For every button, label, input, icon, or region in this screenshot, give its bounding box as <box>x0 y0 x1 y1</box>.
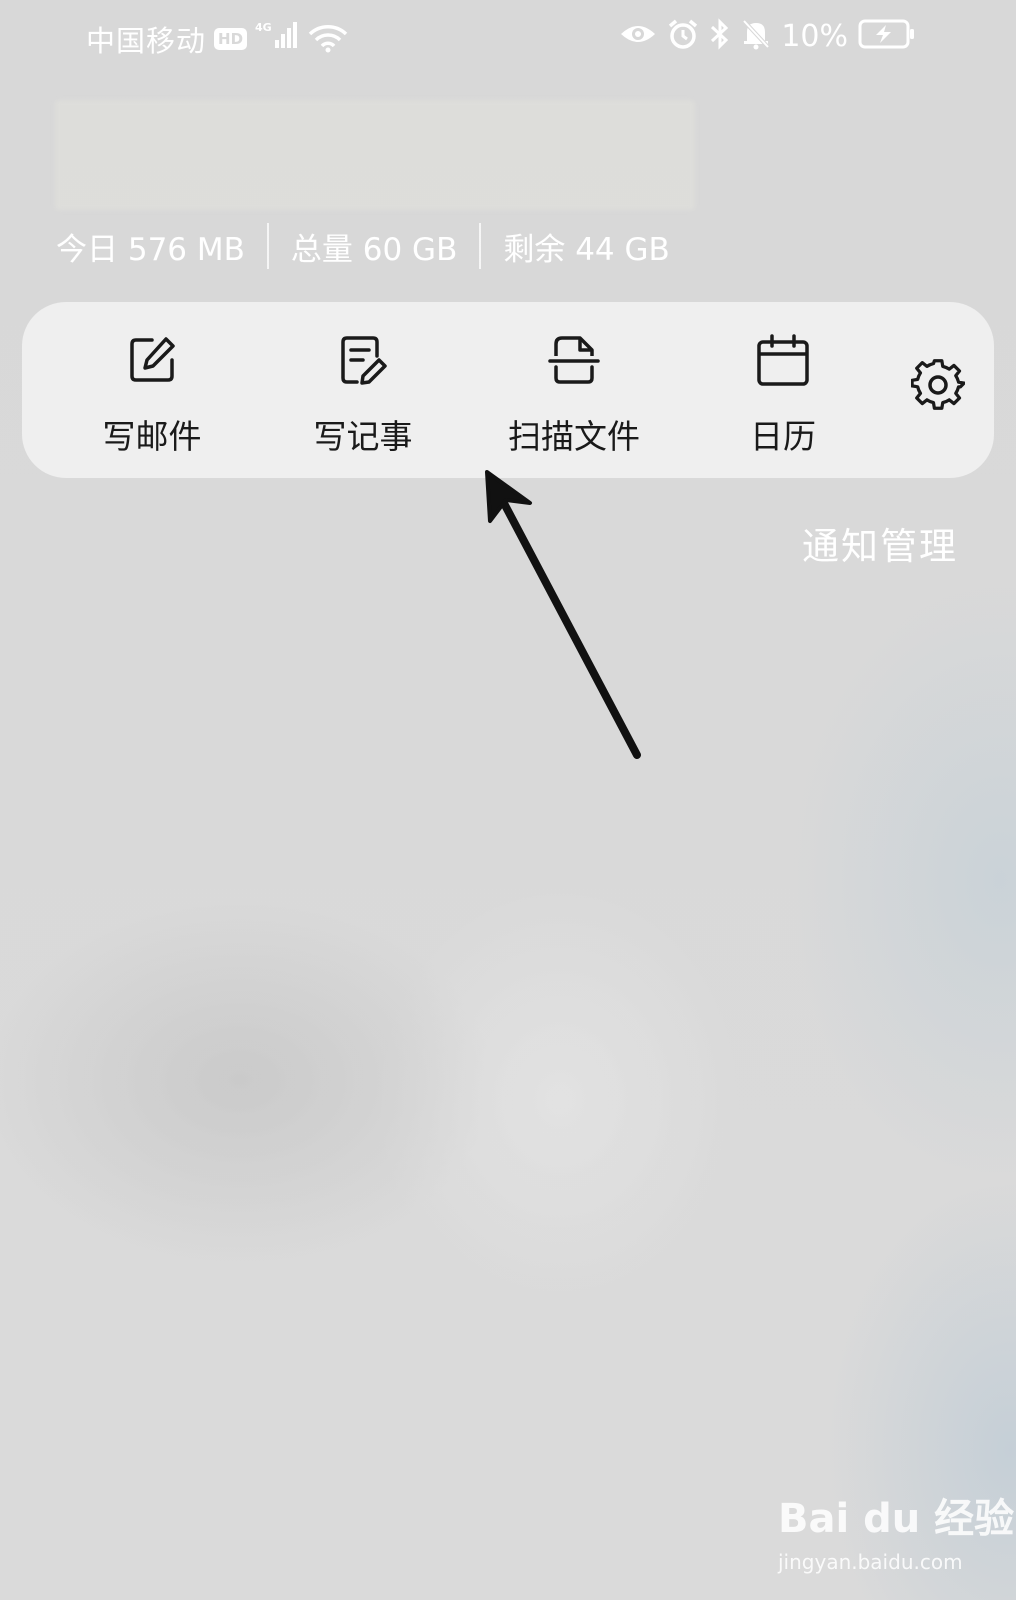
signal-icon: 4G <box>255 20 299 58</box>
shortcut-label: 日历 <box>750 417 816 456</box>
stat-today: 今日 576 MB <box>56 231 245 268</box>
settings-button[interactable] <box>910 359 966 417</box>
notification-manage-link[interactable]: 通知管理 <box>802 516 958 570</box>
stat-remaining: 剩余 44 GB <box>503 231 670 268</box>
calendar-icon <box>755 332 811 388</box>
shortcut-label: 写记事 <box>313 417 413 456</box>
shortcut-label: 写邮件 <box>102 417 202 456</box>
watermark-logo: Bai du 经验 <box>778 1496 1015 1542</box>
network-type: 4G <box>255 21 272 34</box>
bluetooth-icon <box>709 18 731 54</box>
gear-icon <box>910 359 966 417</box>
eye-icon <box>619 19 657 53</box>
alarm-icon <box>667 18 699 54</box>
shortcut-calendar[interactable]: 日历 <box>688 332 878 458</box>
carrier-name: 中国移动 <box>86 24 207 58</box>
storage-stats: 今日 576 MB 总量 60 GB 剩余 44 GB <box>56 222 670 270</box>
stat-total: 总量 60 GB <box>290 231 458 268</box>
battery-percent: 10% <box>781 18 848 54</box>
compose-mail-icon <box>124 332 180 388</box>
watermark-url: jingyan.baidu.com <box>778 1550 963 1574</box>
wifi-icon <box>307 20 349 58</box>
write-note-icon <box>335 332 391 388</box>
baidu-jingyan-watermark: Bai du 经验 jingyan.baidu.com <box>778 1486 1014 1576</box>
shortcut-scan-document[interactable]: 扫描文件 <box>479 332 669 458</box>
hd-badge: HD <box>214 28 248 50</box>
battery-charging-icon <box>858 19 916 53</box>
shortcut-label: 扫描文件 <box>508 417 640 456</box>
shortcut-panel: 写邮件 写记事 扫描文件 日历 <box>22 302 994 478</box>
stat-divider <box>266 223 269 269</box>
bell-muted-icon <box>741 18 771 54</box>
status-bar: 中国移动 HD 4G 10% <box>0 0 1016 78</box>
scan-document-icon <box>546 332 602 388</box>
blurred-header <box>55 100 695 210</box>
shortcut-write-note[interactable]: 写记事 <box>268 332 458 458</box>
status-right: 10% <box>619 18 916 54</box>
shortcut-compose-mail[interactable]: 写邮件 <box>57 332 247 458</box>
stat-divider <box>479 223 482 269</box>
status-left: 中国移动 HD 4G <box>86 18 349 60</box>
